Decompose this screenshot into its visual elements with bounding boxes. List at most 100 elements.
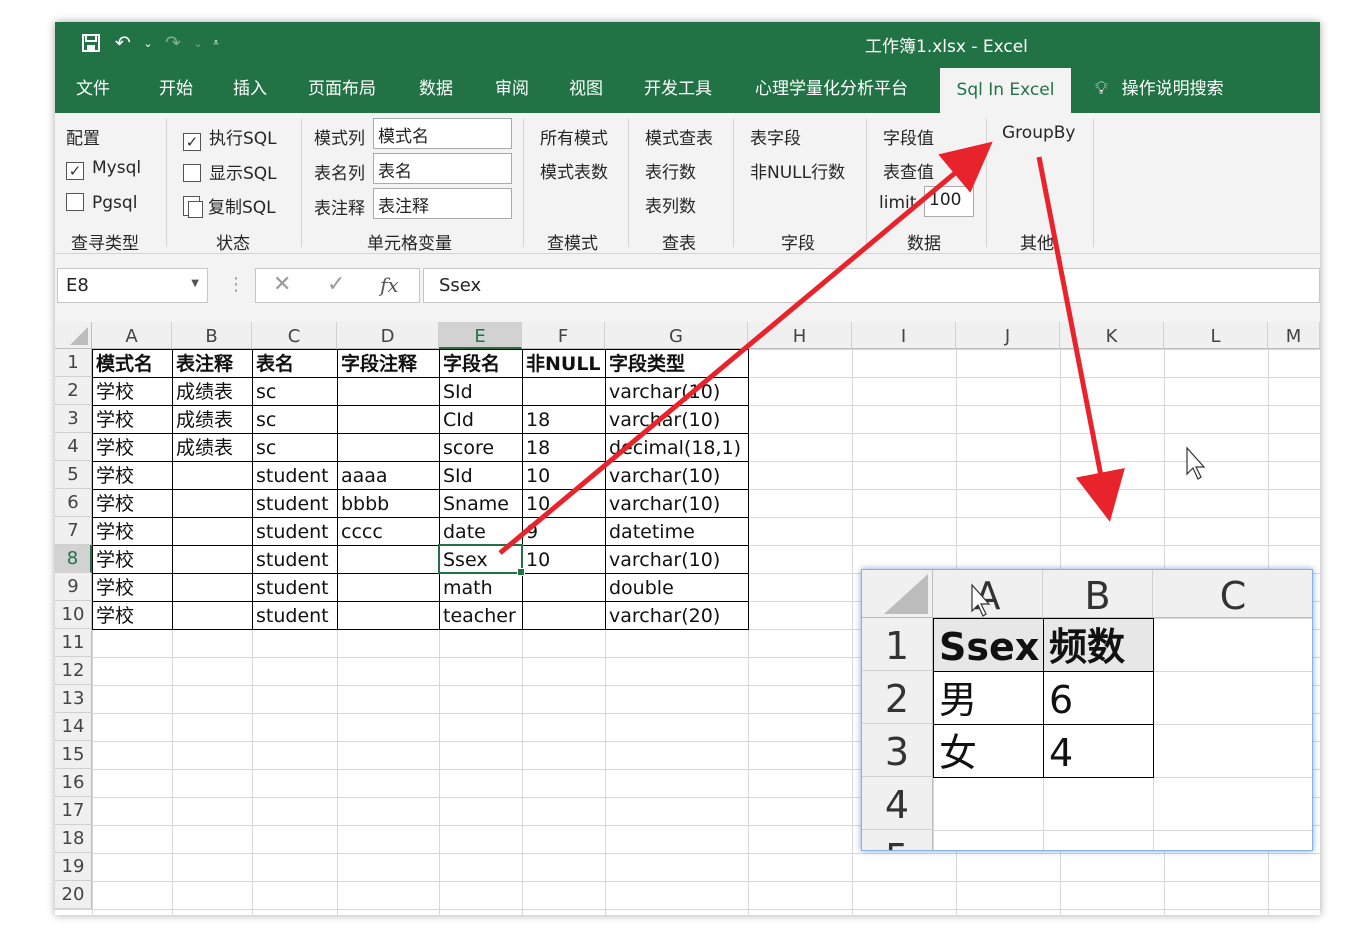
table-lookup-button[interactable]: 表查值 [883, 158, 934, 183]
cell-f3[interactable]: 18 [522, 405, 605, 433]
schema-tables-button[interactable]: 模式查表 [645, 124, 713, 149]
cancel-icon[interactable]: ✕ [273, 272, 291, 297]
cell-d5[interactable]: aaaa [337, 461, 439, 489]
copy-sql-button[interactable]: 复制SQL [183, 193, 276, 218]
cell-f5[interactable]: 10 [522, 461, 605, 489]
column-header-d[interactable]: D [337, 322, 439, 349]
cell-b8[interactable] [172, 545, 252, 573]
cell-c9[interactable]: student [252, 573, 337, 601]
redo-icon[interactable]: ↷ [159, 30, 187, 56]
groupby-button[interactable]: GroupBy [1002, 123, 1075, 143]
formula-input[interactable]: Ssex [423, 268, 1320, 303]
cell-a5[interactable]: 学校 [92, 461, 172, 489]
column-header-e[interactable]: E [439, 322, 522, 349]
table-fields-button[interactable]: 表字段 [750, 124, 801, 149]
save-icon[interactable] [77, 30, 105, 56]
cell-f6[interactable]: 10 [522, 489, 605, 517]
column-header-m[interactable]: M [1268, 322, 1320, 349]
tab-psych-platform[interactable]: 心理学量化分析平台 [755, 64, 908, 113]
select-all-corner[interactable] [55, 322, 92, 349]
cell-d10[interactable] [337, 601, 439, 629]
cell-d9[interactable] [337, 573, 439, 601]
column-header-g[interactable]: G [605, 322, 748, 349]
cell-e5[interactable]: SId [439, 461, 522, 489]
table-rows-button[interactable]: 表行数 [645, 158, 696, 183]
cell-g8[interactable]: varchar(10) [605, 545, 748, 573]
all-schemas-button[interactable]: 所有模式 [540, 124, 608, 149]
cell-e7[interactable]: date [439, 517, 522, 545]
row-header-18[interactable]: 18 [55, 825, 92, 853]
row-header-11[interactable]: 11 [55, 629, 92, 657]
row-header-5[interactable]: 5 [55, 461, 92, 489]
cell-a2[interactable]: 学校 [92, 377, 172, 405]
row-header-4[interactable]: 4 [55, 433, 92, 461]
row-header-17[interactable]: 17 [55, 797, 92, 825]
cell-b3[interactable]: 成绩表 [172, 405, 252, 433]
config-button[interactable]: 配置 [66, 124, 100, 149]
cell-b7[interactable] [172, 517, 252, 545]
cell-b9[interactable] [172, 573, 252, 601]
row-header-20[interactable]: 20 [55, 881, 92, 909]
tab-insert[interactable]: 插入 [233, 64, 267, 113]
cell-c5[interactable]: student [252, 461, 337, 489]
cell-a4[interactable]: 学校 [92, 433, 172, 461]
table-comment-input[interactable]: 表注释 [373, 188, 512, 219]
cell-a1[interactable]: 模式名 [92, 349, 172, 377]
row-header-10[interactable]: 10 [55, 601, 92, 629]
cell-e4[interactable]: score [439, 433, 522, 461]
cell-g6[interactable]: varchar(10) [605, 489, 748, 517]
cell-g10[interactable]: varchar(20) [605, 601, 748, 629]
row-header-15[interactable]: 15 [55, 741, 92, 769]
field-values-button[interactable]: 字段值 [883, 124, 934, 149]
tab-review[interactable]: 审阅 [495, 64, 529, 113]
undo-dropdown-icon[interactable]: ⌄ [141, 30, 155, 56]
cell-b5[interactable] [172, 461, 252, 489]
tab-page-layout[interactable]: 页面布局 [308, 64, 376, 113]
row-header-6[interactable]: 6 [55, 489, 92, 517]
row-header-19[interactable]: 19 [55, 853, 92, 881]
cell-f2[interactable] [522, 377, 605, 405]
cell-e6[interactable]: Sname [439, 489, 522, 517]
column-header-c[interactable]: C [252, 322, 337, 349]
cell-g4[interactable]: decimal(18,1) [605, 433, 748, 461]
cell-b10[interactable] [172, 601, 252, 629]
mode-col-input[interactable]: 模式名 [373, 118, 512, 149]
cell-e9[interactable]: math [439, 573, 522, 601]
cell-d6[interactable]: bbbb [337, 489, 439, 517]
show-sql-checkbox[interactable]: 显示SQL [183, 159, 277, 184]
row-header-12[interactable]: 12 [55, 657, 92, 685]
cell-f8[interactable]: 10 [522, 545, 605, 573]
row-header-16[interactable]: 16 [55, 769, 92, 797]
cell-b2[interactable]: 成绩表 [172, 377, 252, 405]
tab-data[interactable]: 数据 [419, 64, 453, 113]
mysql-checkbox[interactable]: ✓ Mysql [66, 158, 141, 180]
cell-c10[interactable]: student [252, 601, 337, 629]
cell-a6[interactable]: 学校 [92, 489, 172, 517]
undo-icon[interactable]: ↶ [109, 30, 137, 56]
cell-b1[interactable]: 表注释 [172, 349, 252, 377]
column-header-f[interactable]: F [522, 322, 605, 349]
cell-e1[interactable]: 字段名 [439, 349, 522, 377]
column-header-b[interactable]: B [172, 322, 252, 349]
cell-g3[interactable]: varchar(10) [605, 405, 748, 433]
tab-sql-in-excel[interactable]: Sql In Excel [940, 68, 1071, 113]
cell-f4[interactable]: 18 [522, 433, 605, 461]
tab-view[interactable]: 视图 [569, 64, 603, 113]
tab-file[interactable]: 文件 [76, 64, 110, 113]
row-header-1[interactable]: 1 [55, 349, 92, 377]
active-cell-selection[interactable] [438, 544, 525, 576]
row-header-2[interactable]: 2 [55, 377, 92, 405]
row-header-14[interactable]: 14 [55, 713, 92, 741]
row-header-9[interactable]: 9 [55, 573, 92, 601]
cell-e2[interactable]: SId [439, 377, 522, 405]
row-header-7[interactable]: 7 [55, 517, 92, 545]
column-header-a[interactable]: A [92, 322, 172, 349]
name-box[interactable]: E8 ▼ [57, 268, 208, 303]
cell-d4[interactable] [337, 433, 439, 461]
table-columns-button[interactable]: 表列数 [645, 192, 696, 217]
cell-g9[interactable]: double [605, 573, 748, 601]
cell-f7[interactable]: 9 [522, 517, 605, 545]
cell-c6[interactable]: student [252, 489, 337, 517]
pgsql-checkbox[interactable]: Pgsql [66, 193, 137, 213]
cell-g1[interactable]: 字段类型 [605, 349, 748, 377]
